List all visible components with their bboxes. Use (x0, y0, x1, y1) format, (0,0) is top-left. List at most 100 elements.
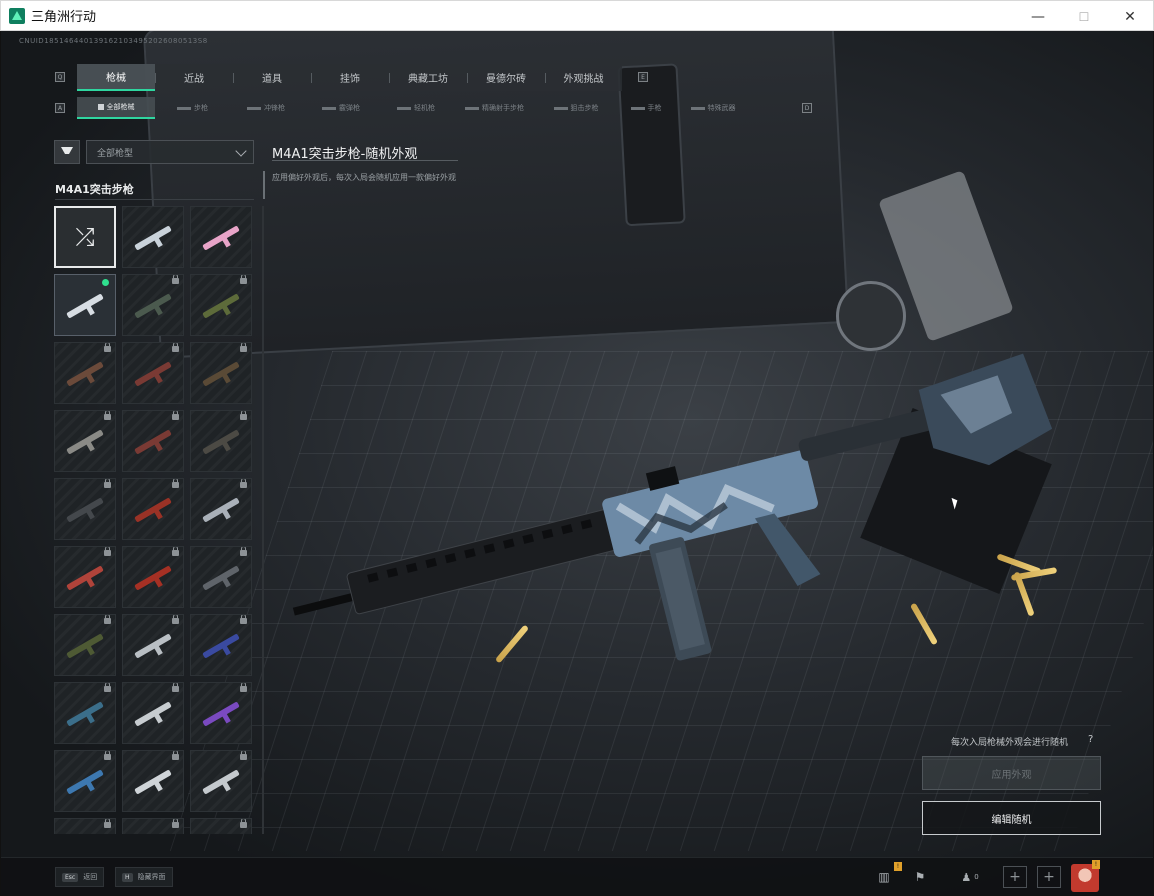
skin-tile[interactable] (190, 274, 252, 336)
skin-tile[interactable] (54, 818, 116, 834)
maximize-button[interactable]: ☐ (1061, 1, 1107, 32)
skin-tile[interactable] (54, 750, 116, 812)
sniper-icon (553, 106, 568, 110)
tab-next-key-hint[interactable]: E (638, 72, 648, 82)
tab-charms[interactable]: 挂饰 (311, 64, 389, 91)
key-hint: H (122, 872, 133, 882)
lock-icon (172, 683, 179, 692)
friends-icon[interactable]: ♟ 0 (953, 865, 987, 889)
rifle-thumbnail (200, 494, 242, 526)
friends-count: 0 (974, 873, 979, 881)
tab-melee[interactable]: 近战 (155, 64, 233, 91)
divider (272, 160, 458, 161)
filter-button[interactable] (54, 140, 80, 164)
skin-tile[interactable] (190, 614, 252, 676)
rifle-thumbnail (64, 290, 106, 322)
skin-tile[interactable] (190, 682, 252, 744)
subtab-pistol[interactable]: 手枪 (615, 97, 677, 119)
edit-random-button[interactable]: 编辑随机 (922, 801, 1101, 835)
skin-tile[interactable] (54, 614, 116, 676)
person-icon: ♟ (961, 870, 972, 884)
secondary-tabs: 全部枪械 步枪 冲锋枪 霰弹枪 轻机枪 精确射手步枪 狙击步枪 手枪 特殊武器 (77, 97, 749, 119)
skin-tile[interactable] (54, 342, 116, 404)
rifle-preview[interactable] (251, 331, 1111, 691)
help-icon[interactable]: ? (1088, 734, 1093, 745)
back-button[interactable]: Esc 返回 (55, 867, 105, 887)
lock-icon (240, 343, 247, 352)
subtab-label: 轻机枪 (414, 104, 435, 112)
tab-appearance-challenge[interactable]: 外观挑战 (545, 64, 622, 91)
skin-tile[interactable] (122, 206, 184, 268)
flag-icon[interactable]: ⚑ (907, 865, 933, 889)
add-party-slot-button[interactable]: + (1003, 866, 1027, 888)
tab-prev-key-hint[interactable]: Q (55, 72, 65, 82)
skin-tile[interactable] (54, 546, 116, 608)
minimize-button[interactable]: — (1015, 1, 1061, 32)
back-label: 返回 (83, 873, 98, 881)
subtab-sniper[interactable]: 狙击步枪 (537, 97, 615, 119)
skin-tile[interactable] (190, 818, 252, 834)
rifle-thumbnail (64, 562, 106, 594)
skin-tile[interactable] (122, 274, 184, 336)
tab-mandel-brick[interactable]: 曼德尔砖 (467, 64, 545, 91)
subtab-special[interactable]: 特殊武器 (677, 97, 749, 119)
skin-tile[interactable] (122, 342, 184, 404)
grid-icon (97, 104, 104, 110)
skin-tile[interactable] (54, 682, 116, 744)
skin-tile[interactable] (122, 818, 184, 834)
subtab-prev-key-hint[interactable]: A (55, 103, 65, 113)
subtab-smg[interactable]: 冲锋枪 (230, 97, 302, 119)
tab-guns[interactable]: 枪械 (77, 64, 155, 91)
subtab-label: 精确射手步枪 (482, 104, 524, 112)
rifle-thumbnail (64, 630, 106, 662)
random-skin-tile[interactable]: ⤮ (54, 206, 116, 268)
skin-tile[interactable] (54, 410, 116, 472)
subtab-all-guns[interactable]: 全部枪械 (77, 97, 155, 119)
lock-icon (172, 411, 179, 420)
rifle-thumbnail (200, 766, 242, 798)
skin-tile[interactable] (190, 750, 252, 812)
tab-items[interactable]: 道具 (233, 64, 311, 91)
skin-tile[interactable] (122, 682, 184, 744)
skin-tile[interactable] (122, 614, 184, 676)
skin-tile[interactable] (122, 546, 184, 608)
rifle-thumbnail (64, 494, 106, 526)
skin-tile[interactable] (122, 410, 184, 472)
subtab-rifles[interactable]: 步枪 (155, 97, 230, 119)
lock-icon (104, 479, 111, 488)
subtab-lmg[interactable]: 轻机枪 (380, 97, 452, 119)
rifle-thumbnail (200, 358, 242, 390)
hide-ui-label: 隐藏界面 (137, 873, 166, 881)
skin-tile[interactable] (190, 342, 252, 404)
skin-tile[interactable] (54, 274, 116, 336)
subtab-label: 全部枪械 (106, 103, 135, 111)
lock-icon (240, 479, 247, 488)
tab-collection-workshop[interactable]: 典藏工坊 (389, 64, 467, 91)
lock-icon (172, 615, 179, 624)
subtab-next-key-hint[interactable]: D (802, 103, 812, 113)
skin-tile[interactable] (190, 410, 252, 472)
skin-tile[interactable] (190, 546, 252, 608)
skin-tile[interactable] (190, 478, 252, 540)
skin-tile[interactable] (122, 750, 184, 812)
skin-tile[interactable] (54, 478, 116, 540)
hide-ui-button[interactable]: H 隐藏界面 (115, 867, 173, 887)
rifle-thumbnail (200, 698, 242, 730)
gun-type-select[interactable]: 全部枪型 (86, 140, 254, 164)
shuffle-icon: ⤮ (75, 223, 95, 251)
lock-icon (104, 547, 111, 556)
skin-tile[interactable] (122, 478, 184, 540)
skin-grid: ⤮ (54, 206, 254, 834)
skin-grid-scrollbar[interactable] (262, 206, 264, 834)
window-controls: — ☐ ✕ (1015, 1, 1153, 32)
subtab-label: 步枪 (194, 104, 208, 112)
add-party-slot-button[interactable]: + (1037, 866, 1061, 888)
close-button[interactable]: ✕ (1107, 1, 1153, 32)
lock-icon (240, 615, 247, 624)
skin-tile[interactable] (190, 206, 252, 268)
lock-icon (240, 683, 247, 692)
rifle-thumbnail (132, 222, 174, 254)
apply-appearance-button[interactable]: 应用外观 (922, 756, 1101, 790)
subtab-dmr[interactable]: 精确射手步枪 (452, 97, 537, 119)
subtab-shotgun[interactable]: 霰弹枪 (302, 97, 380, 119)
